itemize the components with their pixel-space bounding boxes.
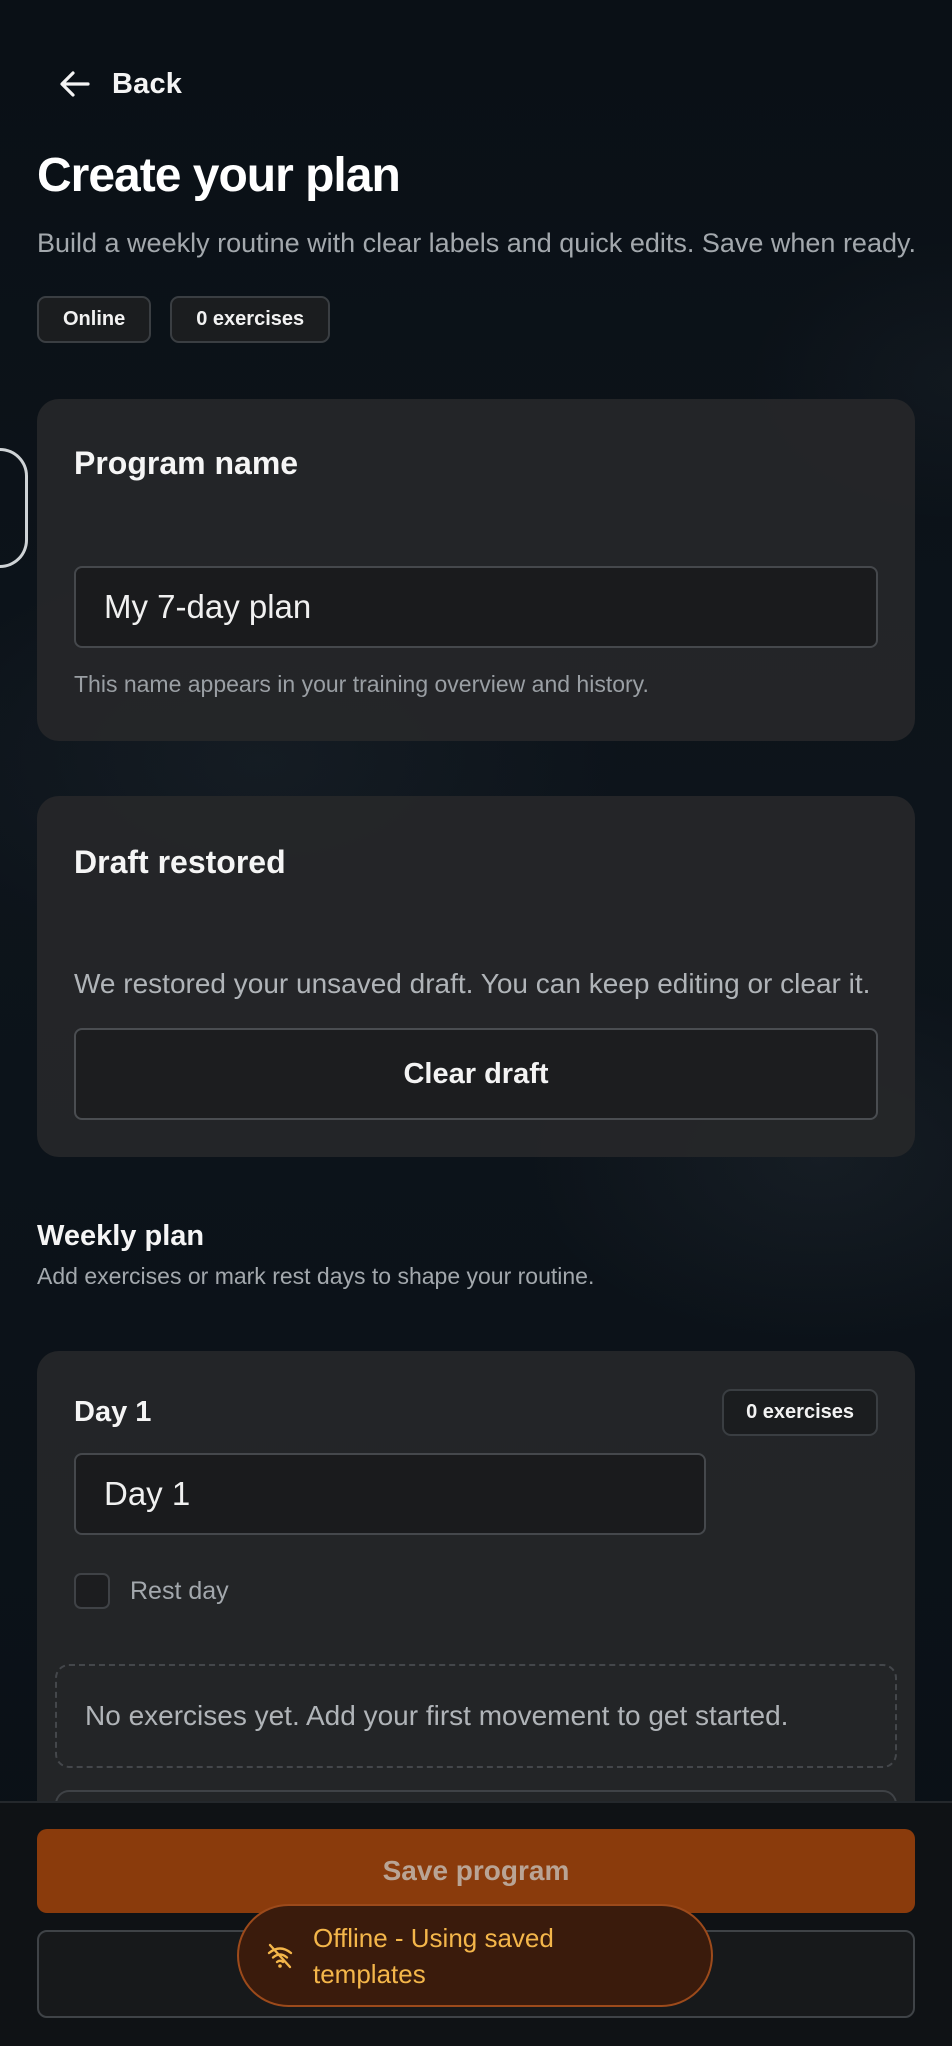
rest-day-label: Rest day: [130, 1576, 229, 1605]
empty-exercises-message: No exercises yet. Add your first movemen…: [55, 1664, 897, 1768]
status-chips: Online 0 exercises: [37, 296, 331, 343]
draft-restored-message: We restored your unsaved draft. You can …: [74, 968, 871, 999]
wifi-off-icon: [267, 1943, 293, 1968]
arrow-left-icon: [60, 71, 90, 97]
draft-restored-title: Draft restored: [74, 844, 286, 880]
back-button[interactable]: Back: [60, 62, 182, 106]
clear-draft-button[interactable]: Clear draft: [74, 1028, 878, 1120]
program-name-input[interactable]: My 7-day plan: [74, 566, 878, 648]
save-program-button[interactable]: Save program: [37, 1829, 915, 1913]
rest-day-checkbox[interactable]: [74, 1573, 110, 1609]
offline-toast-message: Offline - Using saved templates: [313, 1922, 554, 1989]
weekly-plan-subtitle: Add exercises or mark rest days to shape…: [37, 1263, 595, 1289]
edge-swipe-handle[interactable]: [0, 448, 28, 568]
rest-day-toggle[interactable]: Rest day: [74, 1573, 229, 1609]
exercise-count-chip: 0 exercises: [170, 296, 331, 343]
day-card: Day 1 0 exercises Day 1 Rest day No exer…: [37, 1351, 915, 1871]
program-name-helper: This name appears in your training overv…: [74, 671, 649, 697]
day-exercise-count-chip: 0 exercises: [722, 1389, 878, 1436]
connection-status-chip: Online: [37, 296, 152, 343]
day-title: Day 1: [74, 1396, 152, 1428]
program-name-card: Program name My 7-day plan This name app…: [37, 399, 915, 741]
back-label: Back: [112, 67, 183, 100]
page-subtitle: Build a weekly routine with clear labels…: [37, 228, 916, 258]
offline-toast: Offline - Using saved templates: [237, 1904, 713, 2007]
day-name-input[interactable]: Day 1: [74, 1453, 706, 1535]
page-title: Create your plan: [37, 149, 401, 202]
draft-restored-card: Draft restored We restored your unsaved …: [37, 796, 915, 1157]
weekly-plan-title: Weekly plan: [37, 1220, 205, 1252]
program-name-title: Program name: [74, 445, 299, 481]
